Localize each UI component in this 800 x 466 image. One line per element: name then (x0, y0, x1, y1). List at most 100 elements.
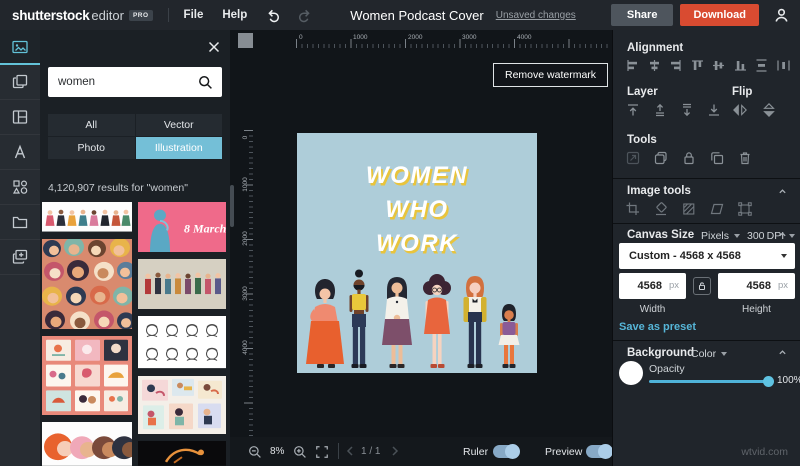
previous-page-icon[interactable] (345, 445, 355, 457)
distribute-vertical-icon[interactable] (754, 58, 769, 73)
zoom-out-icon[interactable] (248, 445, 262, 459)
results-count: 4,120,907 results for "women" (48, 182, 188, 194)
size-preset-select[interactable]: Custom - 4568 x 4568 (619, 243, 795, 269)
rail-item-uploads-icon[interactable] (0, 240, 40, 275)
fit-to-screen-icon[interactable] (315, 445, 329, 459)
lock-icon[interactable] (681, 150, 697, 166)
skew-icon[interactable] (709, 201, 725, 217)
group-icon[interactable] (653, 150, 669, 166)
align-center-horizontal-icon[interactable] (647, 58, 662, 73)
result-thumbnail-pastel-cards[interactable] (138, 375, 226, 435)
height-input[interactable]: 4568 px (718, 273, 795, 299)
result-thumbnail-profiles[interactable] (42, 422, 132, 466)
redo-icon[interactable] (296, 7, 312, 23)
h-ruler-label: 2000 (408, 34, 423, 41)
opacity-slider[interactable] (649, 376, 774, 387)
zoom-in-icon[interactable] (293, 445, 307, 459)
pro-badge: PRO (128, 9, 153, 21)
align-middle-vertical-icon[interactable] (711, 58, 726, 73)
align-right-icon[interactable] (668, 58, 683, 73)
share-button[interactable]: Share (610, 4, 674, 26)
canvas-bottom-bar: 8% 1 / 1 Ruler Preview (230, 437, 613, 466)
shutterstock-logo[interactable]: shutterstock editor PRO (12, 8, 153, 23)
filter-illustration[interactable]: Illustration (135, 137, 222, 159)
zoom-level[interactable]: 8% (270, 446, 284, 457)
send-backward-icon[interactable] (679, 102, 695, 118)
background-section-title: Background (627, 347, 695, 359)
horizontal-ruler: 0 1000 2000 3000 4000 (253, 33, 612, 48)
filter-photo[interactable]: Photo (48, 137, 135, 159)
align-bottom-icon[interactable] (733, 58, 748, 73)
distribute-horizontal-icon[interactable] (776, 58, 791, 73)
rail-item-elements-icon[interactable] (0, 170, 40, 205)
background-mode-dropdown[interactable]: Color (691, 348, 728, 360)
height-label: Height (742, 304, 771, 315)
save-as-preset-link[interactable]: Save as preset (619, 321, 696, 333)
rail-item-folders-icon[interactable] (0, 205, 40, 240)
next-page-icon[interactable] (390, 445, 400, 457)
undo-icon[interactable] (266, 7, 282, 23)
search-icon[interactable] (198, 75, 213, 90)
canvas-size-collapse-icon[interactable] (778, 230, 786, 238)
caret-down-icon (721, 352, 728, 357)
background-color-swatch[interactable] (619, 361, 643, 385)
rail-item-templates-icon[interactable] (0, 100, 40, 135)
dpi-dropdown[interactable]: 300 DPI (747, 230, 796, 242)
opacity-value: 100% (777, 375, 800, 386)
download-button[interactable]: Download (680, 4, 759, 26)
units-dropdown[interactable]: Pixels (701, 230, 741, 242)
background-collapse-icon[interactable] (778, 348, 786, 356)
result-thumbnail-women-row[interactable] (138, 259, 226, 310)
preview-toggle[interactable] (586, 444, 613, 459)
duplicate-icon[interactable] (709, 150, 725, 166)
pattern-fill-icon[interactable] (681, 201, 697, 217)
flip-horizontal-icon[interactable] (732, 102, 748, 118)
width-unit: px (668, 280, 679, 291)
opacity-label: Opacity (649, 363, 685, 375)
account-icon[interactable] (773, 7, 790, 24)
rail-item-text-icon[interactable] (0, 135, 40, 170)
bring-forward-icon[interactable] (652, 102, 668, 118)
width-input[interactable]: 4568 px (619, 273, 686, 299)
flip-vertical-icon[interactable] (761, 102, 777, 118)
eraser-icon[interactable] (653, 201, 669, 217)
panel-divider (613, 178, 800, 179)
crop-icon[interactable] (625, 201, 641, 217)
menu-file[interactable]: File (184, 9, 204, 21)
results-column-right: 8 March (138, 202, 226, 466)
result-thumbnail-holding-hands[interactable] (42, 202, 132, 232)
close-panel-icon[interactable] (208, 41, 220, 53)
canvas-page[interactable]: WOMEN WHO WORK (297, 133, 537, 373)
panel-scrollbar-thumb[interactable] (230, 185, 234, 227)
ruler-toggle[interactable] (493, 444, 520, 459)
align-left-icon[interactable] (625, 58, 640, 73)
v-ruler-label: 0 (242, 135, 249, 140)
menu-help[interactable]: Help (222, 9, 247, 21)
size-preset-value: Custom - 4568 x 4568 (629, 250, 741, 262)
document-title[interactable]: Women Podcast Cover (350, 8, 483, 23)
filter-all[interactable]: All (48, 114, 135, 136)
artwork-title-line1: WOMEN (365, 162, 469, 189)
bring-to-front-icon[interactable] (625, 102, 641, 118)
result-thumbnail-sketch-avatars[interactable] (138, 316, 226, 369)
result-thumbnail-card-grid[interactable] (42, 336, 132, 416)
send-to-back-icon[interactable] (706, 102, 722, 118)
search-input[interactable]: women (48, 67, 222, 97)
align-top-icon[interactable] (690, 58, 705, 73)
image-tools-collapse-icon[interactable] (778, 187, 786, 195)
rail-item-duplicate-icon[interactable] (0, 65, 40, 100)
unsaved-changes-link[interactable]: Unsaved changes (496, 10, 576, 21)
aspect-lock-button[interactable] (693, 277, 711, 295)
transform-frame-icon[interactable] (737, 201, 753, 217)
result-thumbnail-gymnast[interactable] (138, 441, 226, 466)
result-thumbnail-crowd-faces[interactable] (42, 238, 132, 330)
filter-vector[interactable]: Vector (135, 114, 222, 136)
width-value: 4568 (637, 280, 662, 292)
replace-image-icon[interactable] (625, 150, 641, 166)
caret-down-icon (781, 254, 787, 258)
result-thumbnail-8-march[interactable]: 8 March (138, 202, 226, 253)
rail-item-images[interactable] (0, 30, 40, 65)
opacity-slider-handle[interactable] (763, 376, 774, 387)
delete-icon[interactable] (737, 150, 753, 166)
remove-watermark-button[interactable]: Remove watermark (493, 63, 609, 87)
